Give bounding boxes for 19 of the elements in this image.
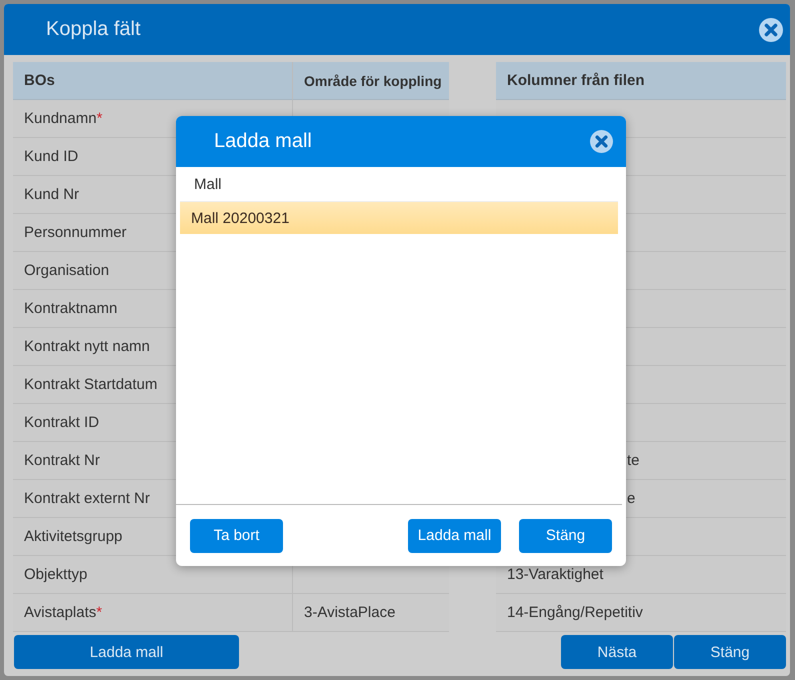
column-header: Område för koppling: [293, 62, 449, 100]
template-item[interactable]: Mall 20200321: [180, 201, 618, 234]
table-cell: e: [627, 490, 636, 507]
dialog-button[interactable]: Ta bort: [190, 518, 283, 552]
dialog-button[interactable]: Ladda mall: [408, 518, 501, 552]
close-icon[interactable]: [590, 130, 613, 153]
dialog-button[interactable]: Stäng: [519, 518, 612, 552]
table-cell: Avistaplats*: [13, 594, 293, 632]
column-header: Kolumner från filen: [496, 62, 786, 100]
window-title: Koppla fält: [46, 18, 141, 41]
required-mark: *: [96, 604, 102, 621]
list-header: Mall: [193, 174, 223, 194]
footer-button[interactable]: Nästa: [561, 635, 673, 669]
column-header: BOs: [13, 62, 293, 100]
load-template-button[interactable]: Ladda mall: [14, 635, 239, 669]
required-mark: *: [96, 110, 102, 127]
footer-button[interactable]: Stäng: [674, 635, 786, 669]
table-cell: te: [627, 452, 640, 469]
close-icon[interactable]: [759, 18, 783, 42]
